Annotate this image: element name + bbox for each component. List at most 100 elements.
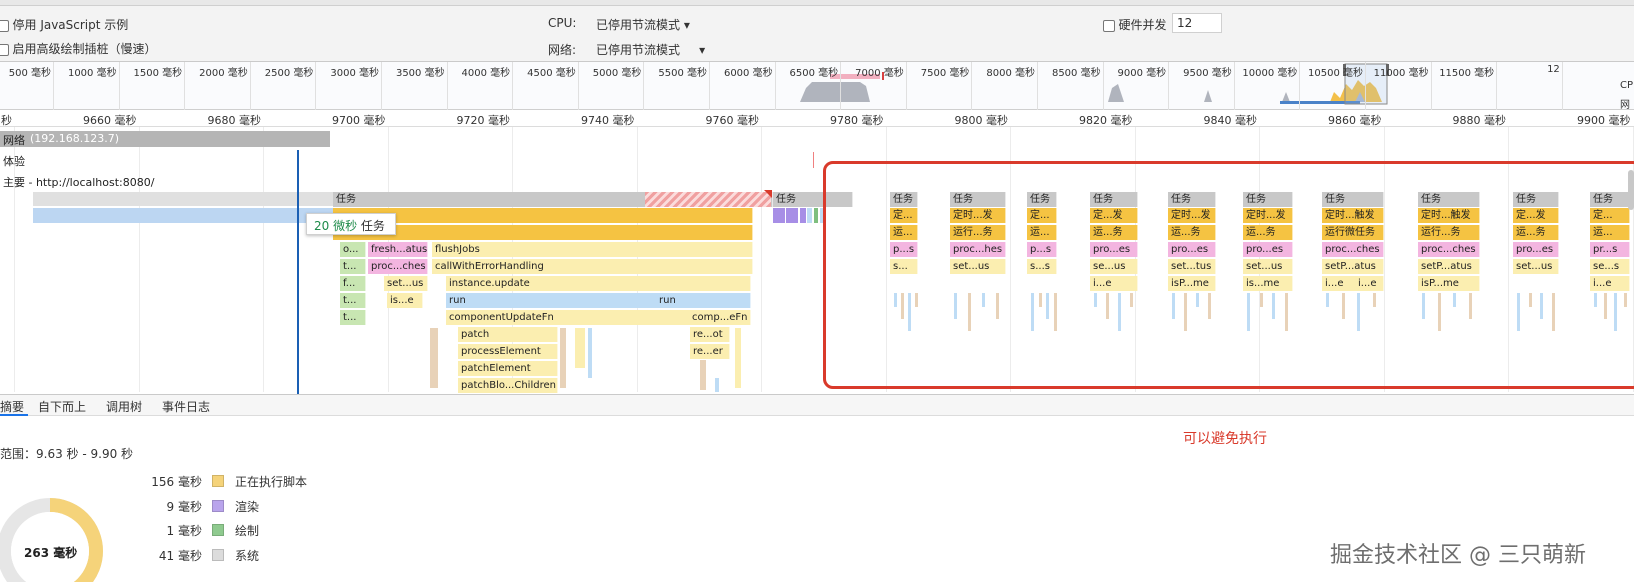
overview-tick-label: 9500 毫秒 xyxy=(1183,68,1232,79)
hardware-concurrency-input[interactable]: 12 xyxy=(1172,13,1222,33)
ruler-tick-label: 秒 xyxy=(1,114,12,127)
overview-tick-label: 8500 毫秒 xyxy=(1051,68,1101,79)
timeline-overview[interactable]: 500 毫秒 1000 毫秒 1500 毫秒 2000 毫秒 2500 毫秒 3000 毫… xyxy=(0,62,1634,111)
flame-t2[interactable]: t... xyxy=(340,293,366,308)
flame-instance-update[interactable]: instance.update xyxy=(446,276,751,291)
capture-settings-panel: 停用 JavaScript 示例 启用高级绘制插桩（慢速） CPU: 已停用节流… xyxy=(0,6,1634,62)
tab-call-tree[interactable]: 调用树 xyxy=(106,398,142,415)
ruler-tick-label: 9860 毫秒 xyxy=(1328,114,1382,127)
ruler-tick-label: 9760 毫秒 xyxy=(705,114,760,127)
overview-tick-label: 12 xyxy=(1547,64,1560,75)
tab-event-log[interactable]: 事件日志 xyxy=(162,398,210,415)
overview-tick-label: 2500 毫秒 xyxy=(264,68,314,79)
ruler-tick-label: 9660 毫秒 xyxy=(83,114,137,127)
overview-tick-label: 3000 毫秒 xyxy=(330,68,379,79)
ruler-tick-label: 9900 毫秒 xyxy=(1577,114,1631,127)
event-tooltip: 20 微秒 任务 xyxy=(306,213,396,235)
legend-swatch xyxy=(212,475,224,487)
overview-tick-label: 5000 毫秒 xyxy=(592,68,642,79)
overview-tick-label: 4000 毫秒 xyxy=(461,68,511,79)
main-thread-track-label[interactable]: 主要 - http://localhost:8080/ xyxy=(3,174,154,190)
network-throttle-select[interactable]: 已停用节流模式 ▾ xyxy=(596,41,705,58)
overview-tick-label: 8000 毫秒 xyxy=(986,68,1035,79)
flame-f[interactable]: f... xyxy=(340,276,366,291)
network-label: 网络: xyxy=(548,43,577,57)
overview-tick-label: 10500 毫秒 xyxy=(1308,68,1363,79)
flame-deep-stack xyxy=(430,328,741,392)
network-host: (192.168.123.7) xyxy=(30,132,120,145)
overview-tick-label: 7000 毫秒 xyxy=(855,68,904,79)
details-tab-bar: 摘要 自下而上 调用树 事件日志 xyxy=(0,394,1634,416)
flame-render-paint-bars xyxy=(773,208,826,223)
watermark: 掘金技术社区 @ 三只萌新 xyxy=(1330,543,1586,568)
legend-label: 渲染 xyxy=(235,499,260,514)
gridline xyxy=(263,127,264,392)
active-tab-indicator xyxy=(0,414,28,416)
annotation-note: 可以避免执行 xyxy=(1183,431,1267,447)
flame-run-microtasks[interactable] xyxy=(333,225,753,240)
flame-t1[interactable]: t... xyxy=(340,259,366,274)
ruler-tick-label: 9680 毫秒 xyxy=(207,114,262,127)
gridline xyxy=(138,127,140,392)
ruler-tick-label: 9800 毫秒 xyxy=(954,114,1009,127)
disable-js-samples-option[interactable]: 停用 JavaScript 示例 xyxy=(0,16,128,33)
overview-network-label: 网 xyxy=(1620,100,1630,111)
checkbox[interactable] xyxy=(0,20,9,32)
checkbox[interactable] xyxy=(0,44,9,56)
checkbox[interactable] xyxy=(1103,20,1115,32)
overview-tick-label: 1000 毫秒 xyxy=(67,68,117,79)
flame-proc-ches[interactable]: proc...ches xyxy=(368,259,428,274)
cpu-label: CPU: xyxy=(548,16,577,30)
overview-tick-label: 1500 毫秒 xyxy=(133,68,183,79)
legend-value: 9 毫秒 xyxy=(166,499,202,514)
paint-instrumentation-option[interactable]: 启用高级绘制插桩（慢速） xyxy=(0,40,157,57)
ruler-tick-label: 9780 毫秒 xyxy=(830,114,884,127)
flame-is-e[interactable]: is...e xyxy=(387,293,423,308)
overview-tick-label: 3500 毫秒 xyxy=(395,68,445,79)
ruler-tick-label: 9720 毫秒 xyxy=(456,114,511,127)
overview-tick-label: 9000 毫秒 xyxy=(1117,68,1167,79)
ruler-tick-label: 9880 毫秒 xyxy=(1452,114,1507,127)
overview-tick-label: 6000 毫秒 xyxy=(723,68,773,79)
overview-tick-label: 11500 毫秒 xyxy=(1439,68,1495,79)
legend-swatch xyxy=(212,524,224,536)
summary-donut-chart xyxy=(0,498,103,582)
overview-tick-label: 6500 毫秒 xyxy=(789,68,839,79)
overview-tick-label: 5500 毫秒 xyxy=(658,68,707,79)
legend-value: 41 毫秒 xyxy=(158,548,202,563)
hardware-concurrency-option[interactable]: 硬件并发 xyxy=(1103,16,1167,33)
tab-summary[interactable]: 摘要 xyxy=(0,398,24,415)
dropdown-arrow-icon: ▾ xyxy=(699,43,706,57)
cpu-throttle-select[interactable]: 已停用节流模式 ▾ xyxy=(596,16,690,33)
dropdown-arrow-icon: ▾ xyxy=(683,18,690,32)
flame-timer[interactable] xyxy=(333,208,753,223)
summary-total: 263 毫秒 xyxy=(24,546,78,560)
overview-cpu-label: CP xyxy=(1620,80,1634,91)
long-task-flag-icon xyxy=(764,190,772,198)
legend-swatch xyxy=(212,548,224,561)
playhead-cursor[interactable] xyxy=(297,150,299,394)
timeline-scrollbar[interactable] xyxy=(1628,170,1634,210)
tab-bottom-up[interactable]: 自下而上 xyxy=(38,398,86,415)
overview-tick-label: 2000 毫秒 xyxy=(199,68,248,79)
flame-run[interactable]: run run xyxy=(446,293,751,308)
annotation-highlight-box xyxy=(823,161,1634,389)
experience-marker xyxy=(813,152,814,168)
flame-fresh-status[interactable]: fresh...atus xyxy=(368,242,428,257)
network-track-label[interactable]: 网络 xyxy=(3,132,25,148)
legend-label: 绘制 xyxy=(235,524,260,538)
legend-value: 156 毫秒 xyxy=(151,475,202,489)
overview-tick-label: 500 毫秒 xyxy=(8,68,51,79)
ruler-tick-label: 9740 毫秒 xyxy=(581,114,635,127)
experience-track-label[interactable]: 体验 xyxy=(3,153,25,169)
legend-value: 1 毫秒 xyxy=(166,524,202,538)
flame-o[interactable]: o... xyxy=(340,242,366,257)
legend-label: 系统 xyxy=(235,548,260,563)
time-ruler: 秒 9660 毫秒 9680 毫秒 9700 毫秒 9720 毫秒 9740 毫秒 9760… xyxy=(0,110,1634,127)
flame-flushjobs[interactable]: flushJobs xyxy=(432,242,753,257)
legend-label: 正在执行脚本 xyxy=(235,475,308,489)
ruler-tick-label: 9820 毫秒 xyxy=(1079,114,1133,127)
overview-tick-label: 7500 毫秒 xyxy=(920,68,970,79)
flame-call-with-error-handling[interactable]: callWithErrorHandling xyxy=(432,259,753,274)
flame-set-us[interactable]: set...us xyxy=(384,276,428,291)
